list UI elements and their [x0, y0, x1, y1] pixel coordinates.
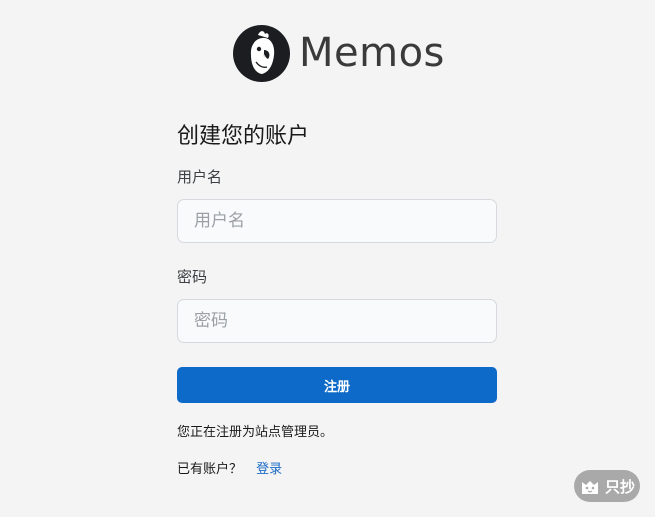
cat-icon	[579, 475, 601, 497]
login-link[interactable]: 登录	[256, 462, 282, 477]
brand-name: Memos	[299, 30, 445, 76]
watermark-badge: 只抄	[574, 470, 640, 502]
cockatoo-logo-icon	[233, 24, 290, 82]
form-title: 创建您的账户	[177, 124, 310, 149]
password-input[interactable]	[177, 299, 497, 343]
watermark-text: 只抄	[605, 477, 636, 496]
username-label: 用户名	[177, 168, 223, 186]
brand-header: Memos	[233, 24, 445, 82]
password-label: 密码	[177, 268, 208, 286]
signup-button[interactable]: 注册	[177, 367, 497, 403]
admin-note: 您正在注册为站点管理员。	[177, 425, 334, 440]
has-account-text: 已有账户？	[177, 462, 243, 477]
username-input[interactable]	[177, 199, 497, 243]
login-prompt: 已有账户？ 登录	[177, 458, 282, 477]
